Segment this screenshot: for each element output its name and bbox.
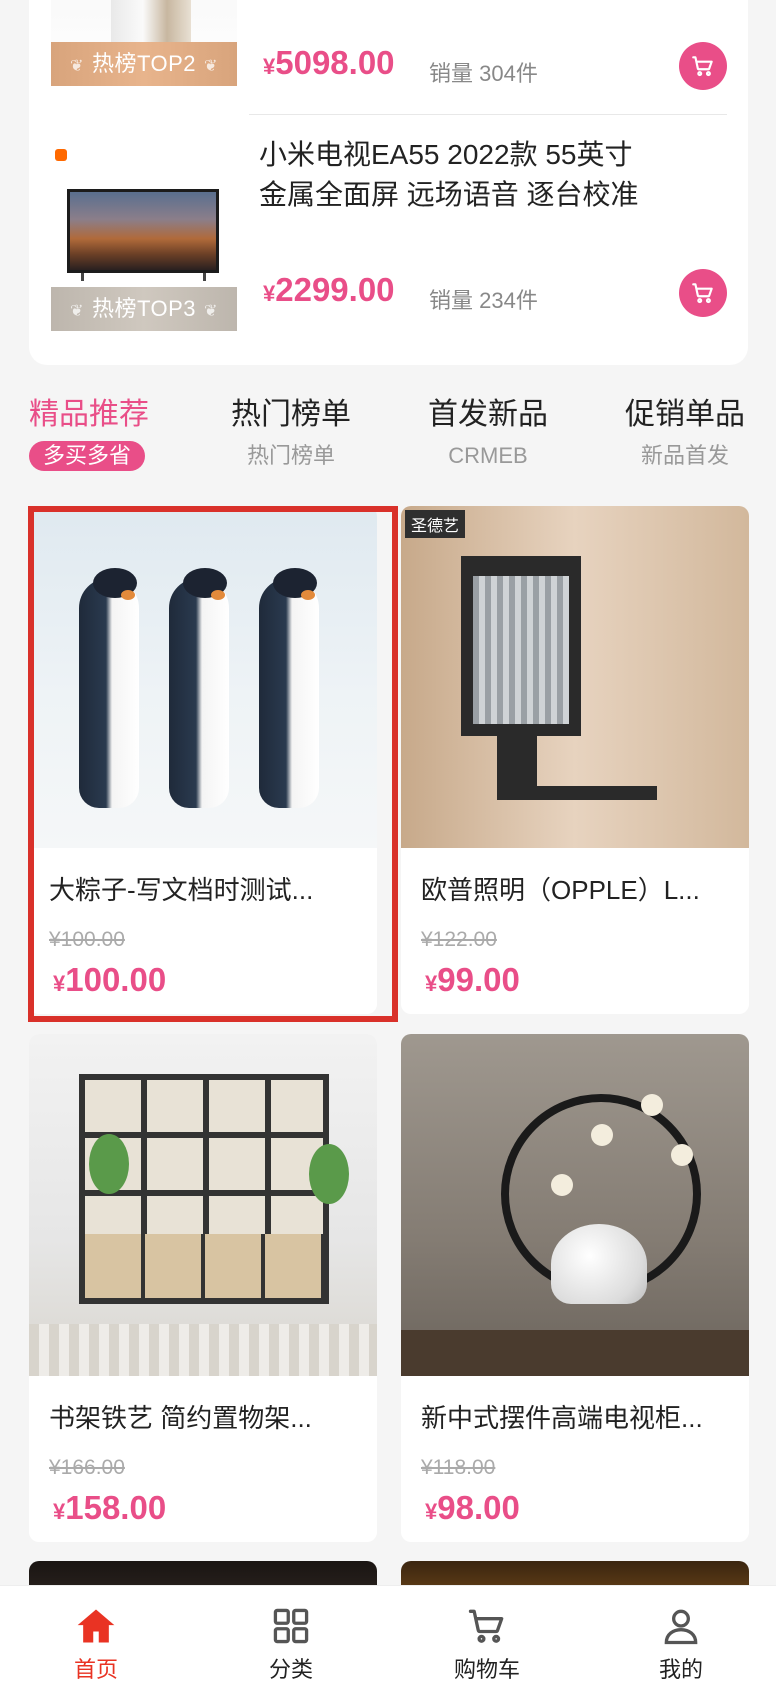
- original-price: ¥122.00: [421, 928, 497, 951]
- nav-profile[interactable]: 我的: [621, 1604, 741, 1682]
- xiaomi-logo-icon: [55, 149, 67, 161]
- price: ¥5098.00: [263, 44, 395, 81]
- sale-price: ¥99.00: [425, 961, 520, 998]
- product-image: [67, 189, 219, 273]
- sale-price: ¥100.00: [53, 961, 167, 998]
- ranking-item[interactable]: ❦ 热榜TOP3 ❦ 小米电视EA55 2022款 55英寸 金属全面屏 远场语音 …: [29, 139, 748, 345]
- product-name[interactable]: 书架铁艺 简约置物架...: [49, 1400, 359, 1436]
- laurel-icon: ❦: [204, 303, 218, 320]
- category-grid-icon: [273, 1608, 309, 1644]
- rank-badge: ❦ 热榜TOP3 ❦: [51, 287, 237, 331]
- price: ¥2299.00: [263, 271, 395, 308]
- product-name[interactable]: 欧普照明（OPPLE）L...: [421, 872, 731, 908]
- tab-hot-list[interactable]: 热门榜单 热门榜单: [226, 395, 356, 471]
- ranking-item[interactable]: ❦ 热榜TOP2 ❦ ¥5098.00 销量 304件: [29, 0, 748, 110]
- nav-category[interactable]: 分类: [231, 1604, 351, 1682]
- product-image[interactable]: [29, 1034, 377, 1376]
- tab-new-release[interactable]: 首发新品 CRMEB: [423, 395, 553, 471]
- hot-ranking-card: ❦ 热榜TOP2 ❦ ¥5098.00 销量 304件 ❦ 热榜TOP3 ❦ 小米电视E…: [29, 0, 748, 365]
- product-card[interactable]: 大粽子-写文档时测试... ¥100.00 ¥100.00: [29, 506, 377, 1014]
- product-card[interactable]: 书架铁艺 简约置物架... ¥166.00 ¥158.00: [29, 1034, 377, 1542]
- rank-badge: ❦ 热榜TOP2 ❦: [51, 42, 237, 86]
- cart-icon: [692, 283, 713, 304]
- home-icon: [77, 1609, 115, 1643]
- sales-count: 销量 304件: [429, 61, 538, 86]
- product-thumbnail[interactable]: ❦ 热榜TOP3 ❦: [51, 145, 237, 331]
- product-image[interactable]: 圣德艺: [401, 506, 749, 848]
- product-title[interactable]: 小米电视EA55 2022款 55英寸 金属全面屏 远场语音 逐台校准: [259, 135, 699, 215]
- recommend-tabs: 精品推荐 多买多省 热门榜单 热门榜单 首发新品 CRMEB 促销单品 新品首发: [0, 395, 776, 475]
- original-price: ¥118.00: [421, 1456, 496, 1479]
- product-thumbnail[interactable]: ❦ 热榜TOP2 ❦: [51, 0, 237, 86]
- divider: [249, 114, 727, 115]
- add-to-cart-button[interactable]: [679, 42, 727, 90]
- tab-featured[interactable]: 精品推荐 多买多省: [29, 395, 149, 471]
- product-name[interactable]: 新中式摆件高端电视柜...: [421, 1400, 731, 1436]
- bottom-tab-bar: 首页 分类 购物车 我的: [0, 1585, 776, 1682]
- tab-promotion[interactable]: 促销单品 新品首发: [620, 395, 750, 471]
- original-price: ¥100.00: [49, 928, 125, 951]
- sale-price: ¥158.00: [53, 1489, 167, 1526]
- sale-price: ¥98.00: [425, 1489, 520, 1526]
- product-name[interactable]: 大粽子-写文档时测试...: [49, 872, 359, 908]
- nav-home[interactable]: 首页: [36, 1604, 156, 1682]
- product-card[interactable]: 圣德艺 欧普照明（OPPLE）L... ¥122.00 ¥99.00: [401, 506, 749, 1014]
- laurel-icon: ❦: [70, 303, 84, 320]
- product-image: [111, 0, 191, 46]
- product-image[interactable]: [401, 1034, 749, 1376]
- brand-label: 圣德艺: [405, 510, 466, 538]
- add-to-cart-button[interactable]: [679, 269, 727, 317]
- laurel-icon: ❦: [70, 58, 84, 75]
- laurel-icon: ❦: [204, 58, 218, 75]
- product-image[interactable]: [29, 506, 377, 848]
- product-card[interactable]: 新中式摆件高端电视柜... ¥118.00 ¥98.00: [401, 1034, 749, 1542]
- cart-icon: [692, 56, 713, 77]
- nav-cart[interactable]: 购物车: [427, 1604, 547, 1682]
- original-price: ¥166.00: [49, 1456, 125, 1479]
- sales-count: 销量 234件: [429, 288, 538, 313]
- user-icon: [664, 1609, 698, 1645]
- cart-icon: [468, 1609, 504, 1643]
